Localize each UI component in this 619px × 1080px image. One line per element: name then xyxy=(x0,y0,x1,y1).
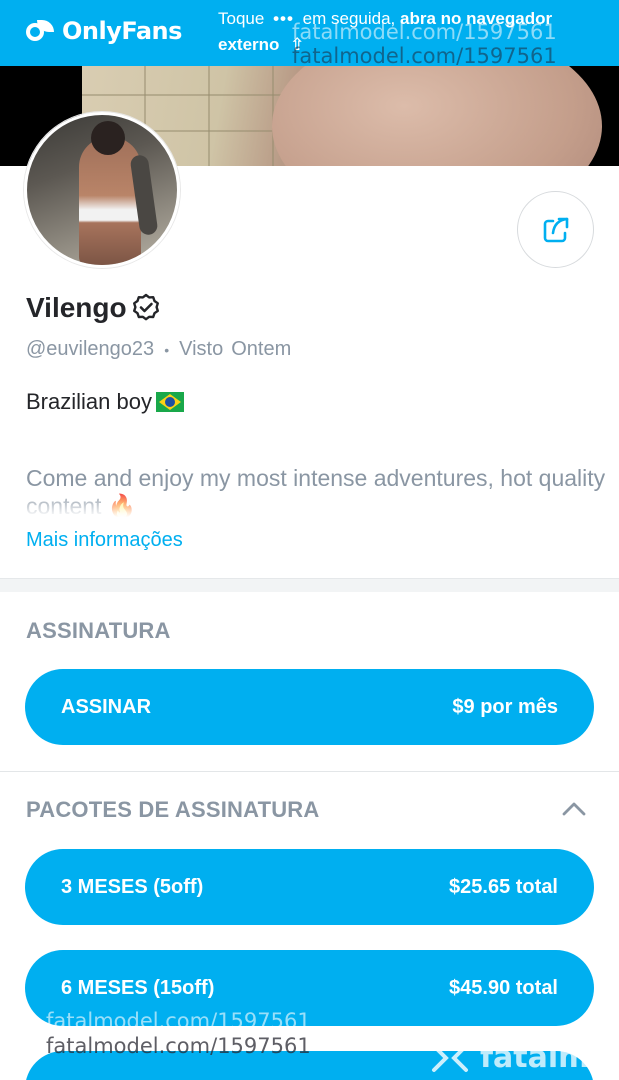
bio-first-line: Brazilian boy xyxy=(26,389,184,415)
share-profile-button[interactable] xyxy=(517,191,594,268)
watermark-logo-icon xyxy=(432,1043,468,1072)
bundle-price: $25.65 total xyxy=(449,875,558,898)
bundle-label: 6 MESES (15off) xyxy=(61,976,215,999)
profile-name-row: Vilengo xyxy=(26,292,161,324)
more-dots-icon: ••• xyxy=(273,9,294,28)
watermark-text: fatalmodel.com/1597561 xyxy=(46,1034,311,1058)
profile-handle: @euvilengo23 xyxy=(26,338,155,360)
watermark-text: fatalmodel.com/1597561 xyxy=(292,20,557,44)
divider xyxy=(0,771,619,772)
brazil-flag-icon xyxy=(155,392,184,412)
share-icon xyxy=(543,217,568,242)
watermark-text: fatalmodel.com/1597561 xyxy=(292,44,557,68)
subscribe-button[interactable]: ASSINAR $9 por mês xyxy=(25,669,594,745)
onlyfans-logo: OnlyFans xyxy=(26,17,182,45)
onlyfans-logo-icon xyxy=(26,20,54,42)
verified-badge-icon xyxy=(132,293,159,321)
bundle-label: 3 MESES (5off) xyxy=(61,875,204,898)
chevron-up-icon[interactable] xyxy=(562,800,586,816)
bio-text: Brazilian boy xyxy=(26,389,152,414)
bundle-price: $45.90 total xyxy=(449,976,558,999)
subscribe-price: $9 por mês xyxy=(452,695,558,718)
watermark-text: fatalmodel.com/1597561 xyxy=(46,1009,311,1033)
bundles-title: PACOTES DE ASSINATURA xyxy=(26,797,320,822)
last-seen-label: Visto xyxy=(179,338,224,360)
bio-more-text: Come and enjoy my most intense adventure… xyxy=(26,465,606,519)
bundle-button-3-months[interactable]: 3 MESES (5off) $25.65 total xyxy=(25,849,594,925)
open-in-browser-banner[interactable]: OnlyFans Toque ••• em seguida, abra no n… xyxy=(0,0,619,68)
last-seen-value: Ontem xyxy=(231,338,292,360)
profile-name: Vilengo xyxy=(26,292,127,323)
profile-meta: @euvilengo23 • Visto Ontem xyxy=(26,338,291,361)
meta-separator: • xyxy=(164,341,170,358)
avatar[interactable] xyxy=(24,112,180,268)
more-info-link[interactable]: Mais informações xyxy=(26,529,183,552)
banner-msg-prefix: Toque xyxy=(218,9,265,28)
watermark-brand-text: fatalmo xyxy=(480,1040,611,1075)
logo-text: OnlyFans xyxy=(62,17,182,45)
subscribe-label: ASSINAR xyxy=(61,695,152,718)
watermark-brand: fatalmo xyxy=(430,1040,610,1075)
subscription-title: ASSINATURA xyxy=(26,618,171,643)
section-divider xyxy=(0,578,619,592)
